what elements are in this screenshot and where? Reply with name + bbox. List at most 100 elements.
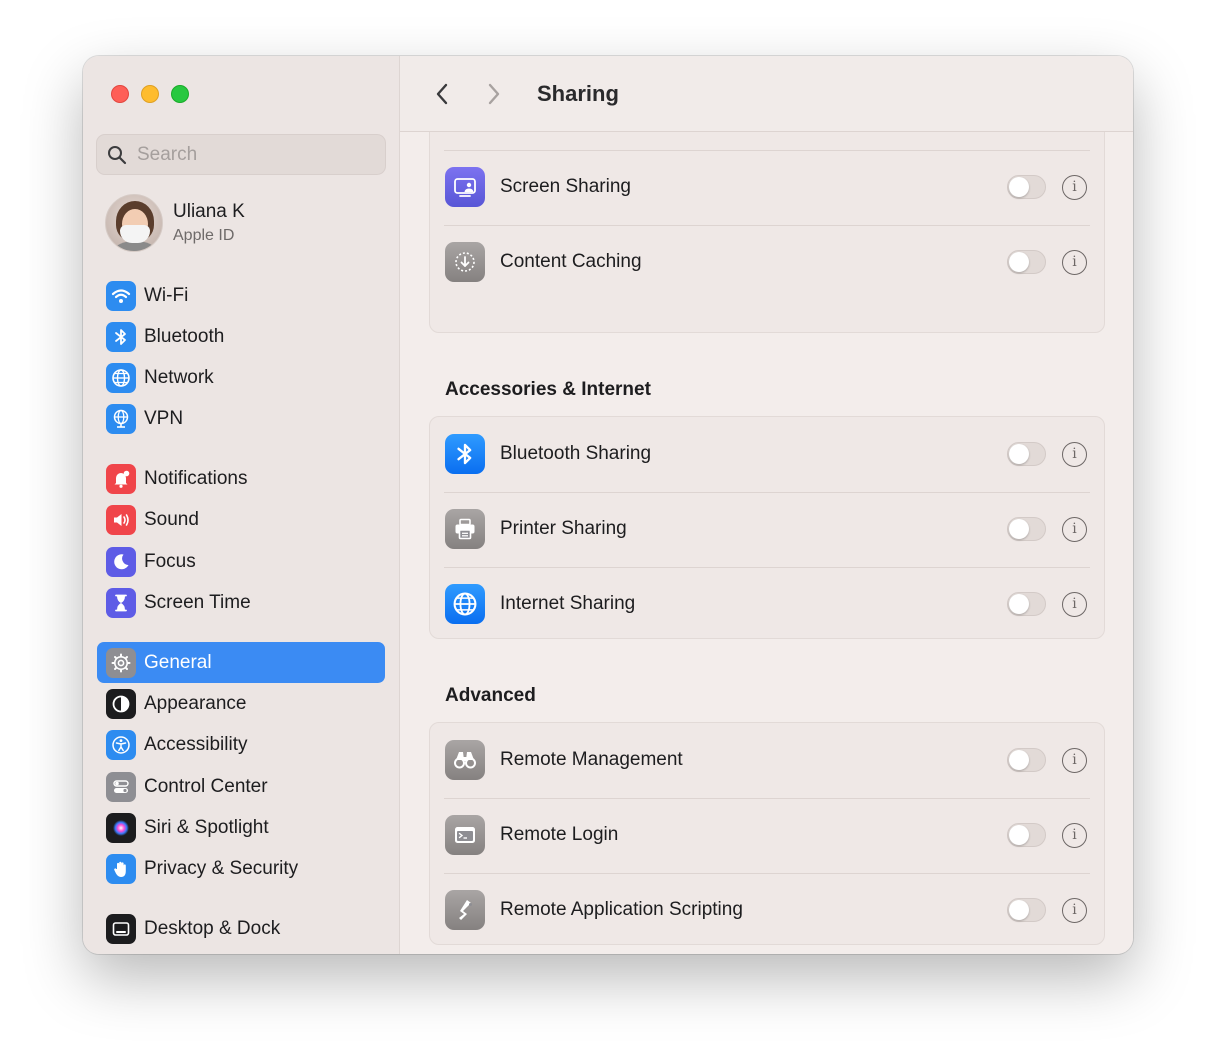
terminal-icon [445, 815, 485, 855]
sidebar-item-wi-fi[interactable]: Wi-Fi [97, 275, 385, 316]
sidebar-item-sound[interactable]: Sound [97, 499, 385, 540]
appearance-icon [106, 688, 136, 719]
info-icon: i [1072, 827, 1077, 843]
close-button[interactable] [111, 85, 129, 103]
toolbar: Sharing [400, 56, 1133, 132]
moon-icon [106, 546, 136, 577]
sidebar-item-label: Privacy & Security [144, 857, 299, 879]
table-row: Printer Sharing i [430, 492, 1104, 566]
bell-icon [106, 463, 136, 494]
main-pane: Media SharingiScreen SharingiContent Cac… [400, 56, 1133, 954]
row-label: Content Caching [500, 251, 642, 272]
sidebar-item-label: Accessibility [144, 733, 248, 755]
settings-window: Uliana K Apple ID Wi-Fi Bluetooth Network V… [83, 56, 1133, 954]
screen-sharing-icon [445, 167, 485, 207]
sharing-content: Media SharingiScreen SharingiContent Cac… [400, 56, 1133, 954]
info-button[interactable]: i [1062, 897, 1087, 923]
gear-icon [106, 647, 136, 678]
profile-subtitle: Apple ID [173, 227, 235, 244]
dock-icon [106, 913, 136, 944]
search-field[interactable] [96, 134, 386, 175]
info-button[interactable]: i [1062, 822, 1087, 848]
info-button[interactable]: i [1062, 591, 1087, 617]
info-icon: i [1072, 752, 1077, 768]
sidebar-item-desktop-dock[interactable]: Desktop & Dock [97, 908, 385, 949]
hand-icon [106, 853, 136, 884]
search-input[interactable] [137, 143, 367, 166]
toggle-switch[interactable] [1007, 250, 1046, 274]
profile-name: Uliana K [173, 201, 245, 222]
chevron-right-icon [488, 83, 500, 104]
bluetooth-icon [106, 321, 136, 352]
sidebar-item-label: Bluetooth [144, 325, 225, 347]
sidebar-item-control-center[interactable]: Control Center [97, 766, 385, 807]
sidebar-item-notifications[interactable]: Notifications [97, 458, 385, 499]
settings-group: Remote Management i Remote Login i Remote Ap… [429, 722, 1105, 945]
toggle-switch[interactable] [1007, 748, 1046, 772]
info-button[interactable]: i [1062, 249, 1087, 275]
binoculars-icon [445, 740, 485, 780]
toggle-switch[interactable] [1007, 442, 1046, 466]
row-label: Remote Application Scripting [500, 899, 743, 920]
row-label: Screen Sharing [500, 176, 631, 197]
sidebar-item-network[interactable]: Network [97, 357, 385, 398]
toggle-switch[interactable] [1007, 592, 1046, 616]
info-icon: i [1072, 902, 1077, 918]
sidebar-item-screen-time[interactable]: Screen Time [97, 582, 385, 623]
apple-id-profile[interactable]: Uliana K Apple ID [105, 194, 245, 252]
sidebar-item-privacy-security[interactable]: Privacy & Security [97, 848, 385, 889]
sidebar-item-vpn[interactable]: VPN [97, 398, 385, 439]
minimize-button[interactable] [141, 85, 159, 103]
info-icon: i [1072, 446, 1077, 462]
table-row: Bluetooth Sharing i [430, 417, 1104, 491]
section-title: Accessories & Internet [445, 379, 651, 400]
globe-icon [445, 584, 485, 624]
sidebar-item-focus[interactable]: Focus [97, 541, 385, 582]
sidebar-item-label: Appearance [144, 692, 247, 714]
row-label: Remote Login [500, 824, 619, 845]
sidebar-item-label: Siri & Spotlight [144, 816, 269, 838]
toggle-switch[interactable] [1007, 175, 1046, 199]
info-icon: i [1072, 596, 1077, 612]
table-row: Remote Application Scripting i [430, 873, 1104, 947]
sidebar-item-appearance[interactable]: Appearance [97, 683, 385, 724]
row-label: Printer Sharing [500, 518, 627, 539]
bluetooth-icon [445, 434, 485, 474]
info-button[interactable]: i [1062, 441, 1087, 467]
info-button[interactable]: i [1062, 516, 1087, 542]
sidebar-item-bluetooth[interactable]: Bluetooth [97, 316, 385, 357]
avatar [105, 194, 163, 252]
back-button[interactable] [425, 77, 459, 111]
info-icon: i [1072, 254, 1077, 270]
info-icon: i [1072, 521, 1077, 537]
toggle-switch[interactable] [1007, 823, 1046, 847]
info-button[interactable]: i [1062, 747, 1087, 773]
sidebar-item-label: Notifications [144, 467, 248, 489]
hourglass-icon [106, 587, 136, 618]
sidebar-item-label: Wi-Fi [144, 284, 189, 306]
table-row: Remote Management i [430, 723, 1104, 797]
wifi-icon [106, 280, 136, 311]
toggle-switch[interactable] [1007, 898, 1046, 922]
sidebar-item-siri-spotlight[interactable]: Siri & Spotlight [97, 807, 385, 848]
content-caching-icon [445, 242, 485, 282]
sidebar-item-general[interactable]: General [97, 642, 385, 683]
settings-group: Bluetooth Sharing i Printer Sharing i Intern… [429, 416, 1105, 639]
switches-icon [106, 771, 136, 802]
sidebar-item-label: Screen Time [144, 591, 251, 613]
sidebar-item-label: Sound [144, 508, 199, 530]
accessibility-icon [106, 729, 136, 760]
forward-button[interactable] [477, 77, 511, 111]
toggle-switch[interactable] [1007, 517, 1046, 541]
speaker-icon [106, 504, 136, 535]
info-button[interactable]: i [1062, 174, 1087, 200]
row-label: Internet Sharing [500, 593, 636, 614]
sidebar-item-accessibility[interactable]: Accessibility [97, 724, 385, 765]
info-icon: i [1072, 179, 1077, 195]
page-title: Sharing [537, 80, 619, 106]
zoom-button[interactable] [171, 85, 189, 103]
globe-icon [106, 362, 136, 393]
sidebar-item-label: General [144, 651, 212, 673]
table-row: Remote Login i [430, 798, 1104, 872]
table-row: Internet Sharing i [430, 567, 1104, 641]
